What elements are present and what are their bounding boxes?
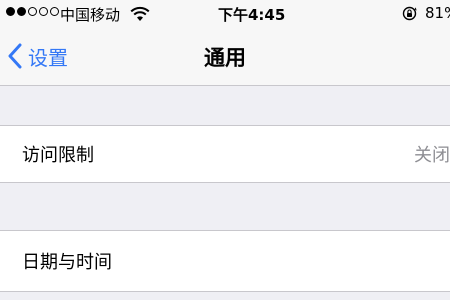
date-time-row[interactable]: 日期与时间 <box>0 230 450 292</box>
signal-strength-icon <box>6 7 59 16</box>
signal-dot <box>17 7 26 16</box>
date-time-label: 日期与时间 <box>22 252 112 273</box>
signal-dot <box>50 7 59 16</box>
signal-dot <box>39 7 48 16</box>
signal-dot <box>6 7 15 16</box>
wifi-icon <box>130 6 150 21</box>
clock-time: 下午4:45 <box>218 6 286 24</box>
battery-percentage: 81% <box>425 4 450 22</box>
signal-dot <box>28 7 37 16</box>
carrier-name: 中国移动 <box>60 6 121 24</box>
rotation-lock-icon <box>402 6 417 21</box>
restrictions-value: 关闭 <box>414 145 450 166</box>
status-bar: 中国移动 下午4:45 81% <box>0 0 450 28</box>
restrictions-row[interactable]: 访问限制 关闭 <box>0 125 450 183</box>
page-title: 通用 <box>204 46 246 70</box>
restrictions-label: 访问限制 <box>22 145 94 166</box>
navigation-bar: 设置 通用 <box>0 28 450 86</box>
